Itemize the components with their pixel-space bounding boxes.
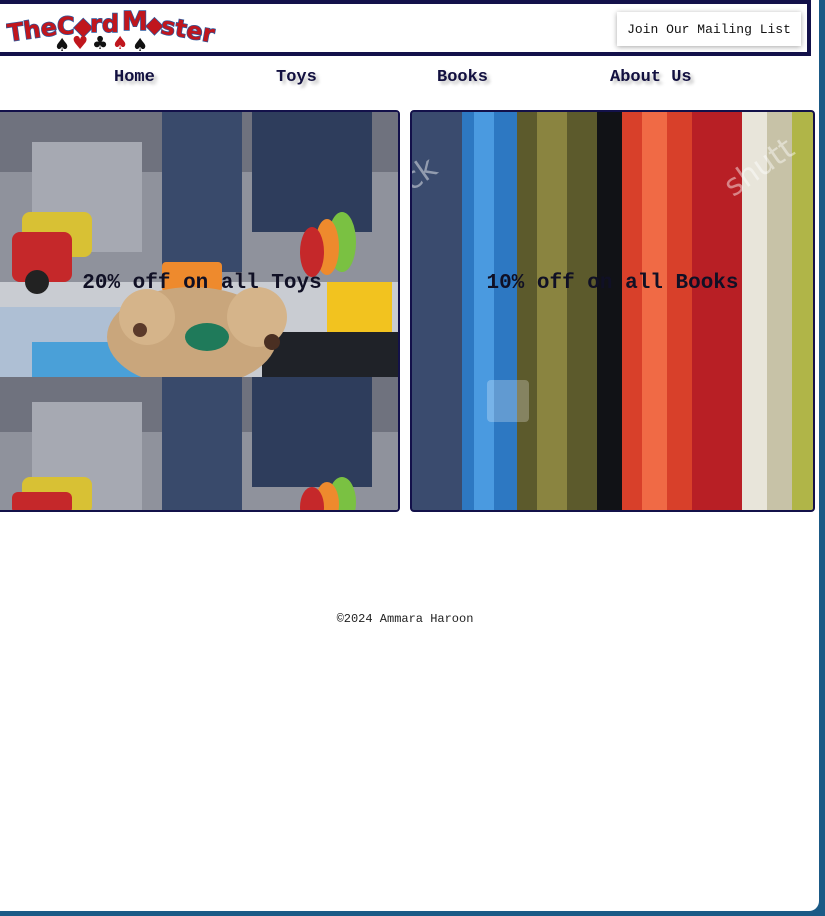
books-promo-card[interactable]: shutt ck 10% off on all Books [410, 110, 815, 512]
nav-item-about-us[interactable]: About Us [610, 68, 692, 87]
nav-item-books[interactable]: Books [437, 68, 488, 87]
nav-item-toys[interactable]: Toys [276, 68, 317, 87]
site-logo[interactable]: The C ◆ rd M ◆ ster ♠ ♥ ♣ ♠ ♠ [6, 6, 216, 52]
join-mailing-list-button[interactable]: Join Our Mailing List [617, 12, 801, 46]
main-nav: Home Toys Books About Us [0, 62, 819, 96]
svg-text:♣: ♣ [92, 33, 108, 52]
toys-promo-caption: 20% off on all Toys [82, 272, 322, 295]
svg-text:The: The [6, 13, 59, 48]
book-spines-photo: shutt ck [412, 112, 813, 510]
copyright-text: ©2024 Ammara Haroon [336, 612, 474, 626]
svg-text:♠: ♠ [54, 35, 70, 52]
site-footer: ©2024 Ammara Haroon [0, 612, 810, 626]
toys-promo-card[interactable]: 20% off on all Toys [0, 110, 400, 512]
svg-text:ster: ster [159, 12, 216, 49]
svg-text:♥: ♥ [72, 33, 88, 52]
books-promo-caption: 10% off on all Books [486, 272, 739, 295]
nav-item-home[interactable]: Home [114, 68, 155, 87]
page: The C ◆ rd M ◆ ster ♠ ♥ ♣ ♠ ♠ Join Our M… [0, 0, 819, 911]
svg-text:♠: ♠ [112, 33, 128, 52]
site-header: The C ◆ rd M ◆ ster ♠ ♥ ♣ ♠ ♠ Join Our M… [0, 0, 811, 56]
svg-text:♠: ♠ [132, 35, 148, 52]
toys-playroom-photo [0, 112, 398, 510]
